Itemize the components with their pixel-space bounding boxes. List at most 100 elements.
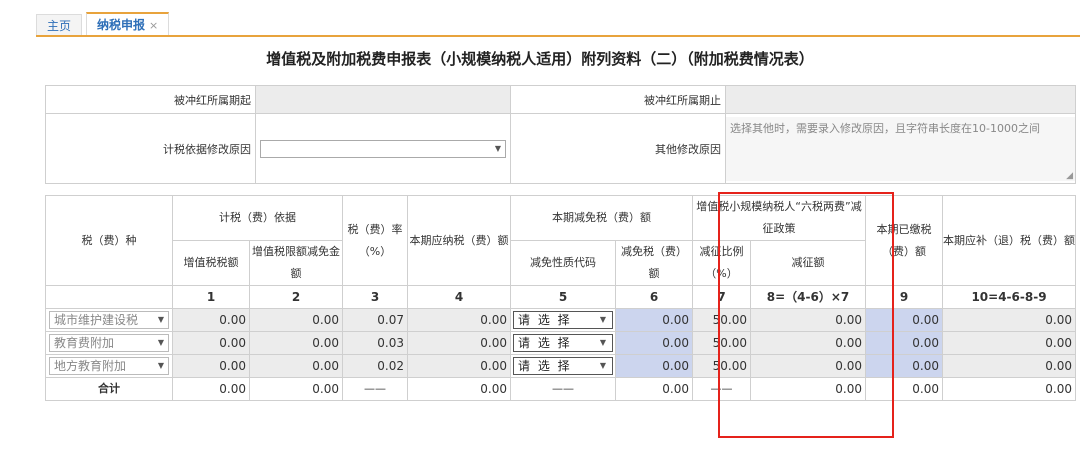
total-paid: 0.00 <box>865 377 943 401</box>
relief-amount[interactable]: 0.00 <box>615 308 693 332</box>
vat-limit-amount[interactable]: 0.00 <box>249 331 343 355</box>
tab-divider <box>36 35 1080 37</box>
rate: 0.02 <box>342 354 408 378</box>
resize-icon[interactable]: ◢ <box>1066 171 1073 181</box>
chevron-down-icon: ▼ <box>157 361 164 370</box>
header-vat: 增值税税额 <box>172 240 250 286</box>
vat-amount[interactable]: 0.00 <box>172 308 250 332</box>
policy-amount: 0.00 <box>750 354 866 378</box>
tab-home[interactable]: 主页 <box>36 14 83 36</box>
header-due: 本期应补（退）税（费）额 <box>942 195 1076 286</box>
paid-amount[interactable]: 0.00 <box>865 331 943 355</box>
tab-tax-declaration-label: 纳税申报 <box>97 18 146 32</box>
relief-code-cell: 请 选 择 ▼ <box>510 354 616 378</box>
total-due: 0.00 <box>942 377 1076 401</box>
paid-amount[interactable]: 0.00 <box>865 308 943 332</box>
colnum-2: 2 <box>249 285 343 309</box>
tax-table: 税（费）种 计税（费）依据 税（费）率（%） 本期应纳税（费）额 本期减免税（费… <box>45 195 1076 401</box>
due-amount: 0.00 <box>942 354 1076 378</box>
policy-amount: 0.00 <box>750 308 866 332</box>
total-vat: 0.00 <box>172 377 250 401</box>
table-row: 教育费附加 ▼ 0.00 0.00 0.03 0.00 请 选 择 ▼ 0.00 5… <box>45 331 1076 355</box>
header-relief-amount: 减免税（费）额 <box>615 240 693 286</box>
header-policy-ratio: 减征比例（%） <box>692 240 751 286</box>
rate: 0.03 <box>342 331 408 355</box>
period-end-label: 被冲红所属期止 <box>510 85 726 114</box>
header-relief: 本期减免税（费）额 <box>510 195 693 241</box>
relief-code-cell: 请 选 择 ▼ <box>510 308 616 332</box>
total-row: 合计 0.00 0.00 —— 0.00 —— 0.00 —— 0.00 0.0… <box>45 377 1076 401</box>
period-start-label: 被冲红所属期起 <box>45 85 256 114</box>
chevron-down-icon: ▼ <box>599 315 608 324</box>
policy-ratio: 50.00 <box>692 354 751 378</box>
colnum-empty <box>45 285 173 309</box>
other-reason-textarea[interactable]: 选择其他时，需要录入修改原因，且字符串长度在10-1000之间 ◢ <box>726 116 1075 181</box>
vat-amount[interactable]: 0.00 <box>172 354 250 378</box>
policy-amount: 0.00 <box>750 331 866 355</box>
rate: 0.07 <box>342 308 408 332</box>
tax-type-select[interactable]: 城市维护建设税 ▼ <box>49 311 169 329</box>
relief-code-select[interactable]: 请 选 择 ▼ <box>513 334 613 352</box>
vat-limit-amount[interactable]: 0.00 <box>249 354 343 378</box>
header-policy-amount: 减征额 <box>750 240 866 286</box>
relief-code-select[interactable]: 请 选 择 ▼ <box>513 357 613 375</box>
policy-ratio: 50.00 <box>692 331 751 355</box>
period-end-field <box>725 85 1076 114</box>
colnum-1: 1 <box>172 285 250 309</box>
header-policy: 增值税小规模纳税人“六税两费”减征政策 <box>692 195 866 241</box>
header-form: 被冲红所属期起 被冲红所属期止 计税依据修改原因 ▼ 其他修改原因 选择其他时，… <box>45 85 1076 184</box>
header-tax-type: 税（费）种 <box>45 195 173 286</box>
chevron-down-icon: ▼ <box>157 338 164 347</box>
tab-tax-declaration[interactable]: 纳税申报 × <box>86 12 170 36</box>
period-start-field <box>255 85 511 114</box>
table-row: 地方教育附加 ▼ 0.00 0.00 0.02 0.00 请 选 择 ▼ 0.00 … <box>45 354 1076 378</box>
colnum-4: 4 <box>407 285 511 309</box>
total-rate: —— <box>342 377 408 401</box>
tax-type-cell: 城市维护建设税 ▼ <box>45 308 173 332</box>
tax-type-cell: 教育费附加 ▼ <box>45 331 173 355</box>
colnum-3: 3 <box>342 285 408 309</box>
policy-ratio: 50.00 <box>692 308 751 332</box>
payable-amount: 0.00 <box>407 308 511 332</box>
chevron-down-icon: ▼ <box>599 338 608 347</box>
total-payable: 0.00 <box>407 377 511 401</box>
header-vat-limit: 增值税限额减免金额 <box>249 240 343 286</box>
payable-amount: 0.00 <box>407 354 511 378</box>
tax-type-select[interactable]: 教育费附加 ▼ <box>49 334 169 352</box>
tax-type-select[interactable]: 地方教育附加 ▼ <box>49 357 169 375</box>
tax-type-value: 教育费附加 <box>54 336 115 350</box>
relief-amount[interactable]: 0.00 <box>615 354 693 378</box>
header-relief-code: 减免性质代码 <box>510 240 616 286</box>
paid-amount[interactable]: 0.00 <box>865 354 943 378</box>
header-payable: 本期应纳税（费）额 <box>407 195 511 286</box>
total-policy-ratio: —— <box>692 377 751 401</box>
other-reason-placeholder: 选择其他时，需要录入修改原因，且字符串长度在10-1000之间 <box>730 121 1040 135</box>
tax-type-value: 城市维护建设税 <box>54 313 139 327</box>
colnum-9: 9 <box>865 285 943 309</box>
close-icon[interactable]: × <box>149 19 158 32</box>
relief-code-value: 请 选 择 <box>518 359 572 373</box>
other-reason-cell: 选择其他时，需要录入修改原因，且字符串长度在10-1000之间 ◢ <box>725 113 1076 184</box>
tab-bar: 主页 纳税申报 × <box>36 10 173 36</box>
tax-type-cell: 地方教育附加 ▼ <box>45 354 173 378</box>
due-amount: 0.00 <box>942 331 1076 355</box>
other-reason-label: 其他修改原因 <box>510 113 726 184</box>
vat-amount[interactable]: 0.00 <box>172 331 250 355</box>
total-relief-code: —— <box>510 377 616 401</box>
tab-home-label: 主页 <box>47 19 72 33</box>
header-paid: 本期已缴税（费）额 <box>865 195 943 286</box>
basis-reason-cell: ▼ <box>255 113 511 184</box>
relief-code-value: 请 选 择 <box>518 336 572 350</box>
colnum-7: 7 <box>692 285 751 309</box>
basis-reason-label: 计税依据修改原因 <box>45 113 256 184</box>
due-amount: 0.00 <box>942 308 1076 332</box>
basis-reason-select[interactable]: ▼ <box>260 139 506 158</box>
relief-code-select[interactable]: 请 选 择 ▼ <box>513 311 613 329</box>
total-policy-amount: 0.00 <box>750 377 866 401</box>
tax-type-value: 地方教育附加 <box>54 359 127 373</box>
relief-amount[interactable]: 0.00 <box>615 331 693 355</box>
total-relief: 0.00 <box>615 377 693 401</box>
page-title: 增值税及附加税费申报表（小规模纳税人适用）附列资料（二）（附加税费情况表） <box>266 50 814 68</box>
vat-limit-amount[interactable]: 0.00 <box>249 308 343 332</box>
colnum-10: 10=4-6-8-9 <box>942 285 1076 309</box>
